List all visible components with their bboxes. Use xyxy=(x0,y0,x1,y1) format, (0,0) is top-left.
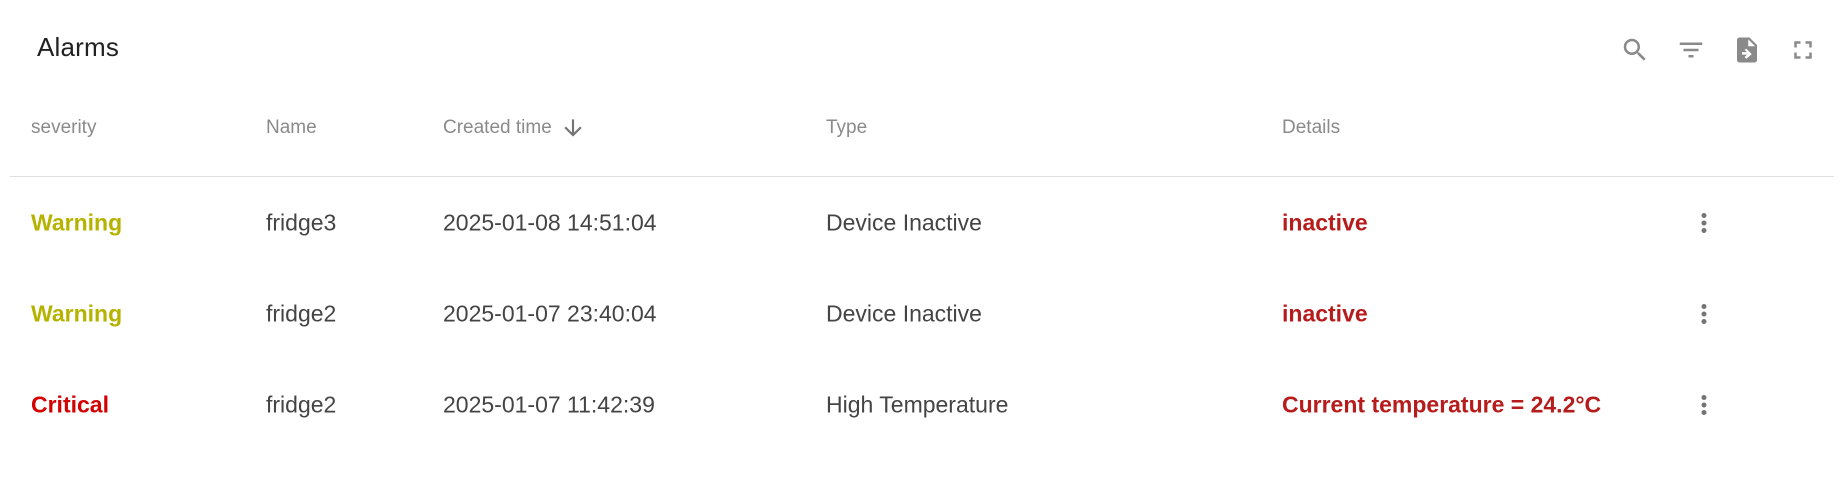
table-row[interactable]: Warning fridge2 2025-01-07 23:40:04 Devi… xyxy=(10,268,1834,359)
type-cell: High Temperature xyxy=(826,391,1009,417)
search-button[interactable] xyxy=(1607,30,1663,70)
row-menu-button[interactable] xyxy=(1684,385,1724,425)
fullscreen-icon xyxy=(1794,41,1812,59)
arrow-down-icon xyxy=(564,119,582,137)
created-time-cell: 2025-01-07 23:40:04 xyxy=(443,300,657,326)
row-menu-button[interactable] xyxy=(1684,294,1724,334)
more-vert-icon xyxy=(1701,303,1707,324)
more-vert-icon xyxy=(1701,394,1707,415)
table-row[interactable]: Critical fridge2 2025-01-07 11:42:39 Hig… xyxy=(10,359,1834,450)
export-file-icon xyxy=(1737,37,1757,63)
widget-toolbar xyxy=(1607,30,1831,70)
table-row[interactable]: Warning fridge3 2025-01-08 14:51:04 Devi… xyxy=(10,177,1834,268)
table-header: severity Name Created time Type Details xyxy=(10,100,1834,177)
column-header-name[interactable]: Name xyxy=(266,116,317,140)
created-time-cell: 2025-01-07 11:42:39 xyxy=(443,391,655,417)
details-cell: Current temperature = 24.2°C xyxy=(1282,391,1602,417)
filter-icon xyxy=(1679,42,1703,58)
widget-title: Alarms xyxy=(37,32,120,62)
severity-cell: Critical xyxy=(31,391,109,417)
column-header-details[interactable]: Details xyxy=(1282,116,1340,140)
column-header-created-time[interactable]: Created time xyxy=(443,116,586,140)
type-cell: Device Inactive xyxy=(826,300,982,326)
more-vert-icon xyxy=(1701,212,1707,233)
widget-header: Alarms xyxy=(0,0,1847,100)
column-header-severity[interactable]: severity xyxy=(31,116,96,140)
created-time-cell: 2025-01-08 14:51:04 xyxy=(443,209,657,235)
fullscreen-button[interactable] xyxy=(1775,30,1831,70)
name-cell: fridge2 xyxy=(266,300,337,326)
alarms-table: severity Name Created time Type Details … xyxy=(10,100,1834,450)
row-menu-button[interactable] xyxy=(1684,203,1724,243)
severity-cell: Warning xyxy=(31,209,123,235)
export-button[interactable] xyxy=(1719,30,1775,70)
details-cell: inactive xyxy=(1282,209,1368,235)
alarms-widget: Alarms severity Name Created time Type D… xyxy=(0,0,1847,487)
filter-button[interactable] xyxy=(1663,30,1719,70)
column-header-type[interactable]: Type xyxy=(826,116,867,140)
type-cell: Device Inactive xyxy=(826,209,982,235)
search-icon xyxy=(1623,38,1646,61)
name-cell: fridge2 xyxy=(266,391,337,417)
severity-cell: Warning xyxy=(31,300,123,326)
details-cell: inactive xyxy=(1282,300,1368,326)
name-cell: fridge3 xyxy=(266,209,337,235)
